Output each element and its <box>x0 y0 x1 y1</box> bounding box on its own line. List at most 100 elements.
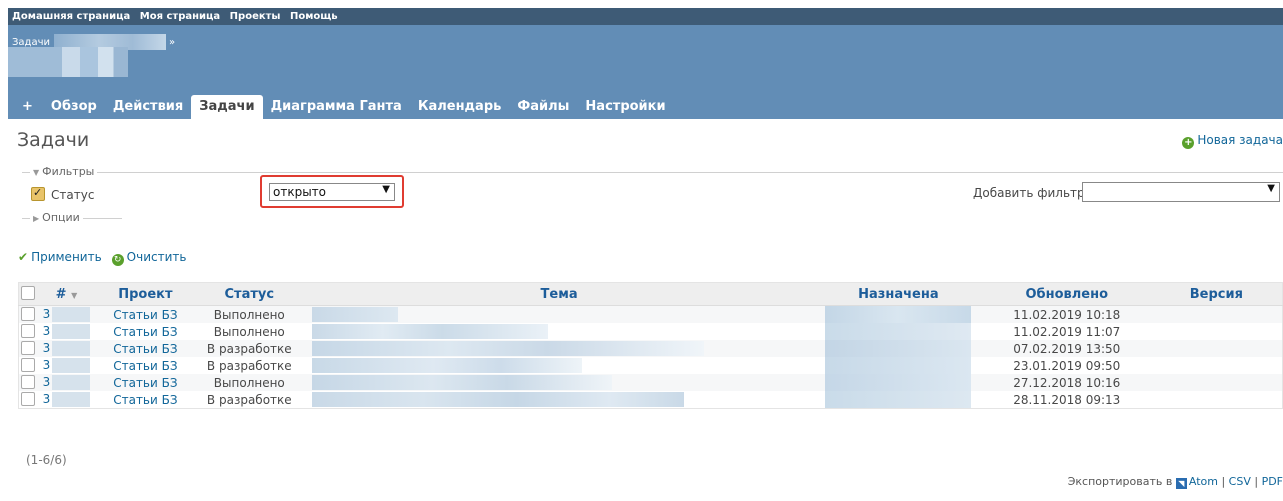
top-menu: Домашняя страница Моя страница Проекты П… <box>8 8 1283 25</box>
options-fieldset: ▶ Опции <box>22 211 122 224</box>
table-row[interactable]: 3 Статьи БЗ Выполнено 11.02.2019 11:07 <box>18 323 1283 340</box>
add-icon: + <box>1182 137 1195 149</box>
redacted-subject <box>312 358 583 373</box>
top-menu-help[interactable]: Помощь <box>290 11 338 22</box>
status-cell: В разработке <box>194 357 305 374</box>
reload-icon: ↻ <box>111 254 124 266</box>
table-row[interactable]: 3 Статьи БЗ В разработке 28.11.2018 09:1… <box>18 391 1283 409</box>
tab-activity[interactable]: Действия <box>105 95 191 119</box>
status-cell: В разработке <box>194 340 305 357</box>
updated-cell: 11.02.2019 10:18 <box>982 305 1151 323</box>
top-menu-home[interactable]: Домашняя страница <box>12 11 130 22</box>
redacted-subject <box>312 324 549 339</box>
tab-settings[interactable]: Настройки <box>577 95 673 119</box>
row-checkbox[interactable] <box>20 307 35 321</box>
table-row[interactable]: 3 Статьи БЗ В разработке 07.02.2019 13:5… <box>18 340 1283 357</box>
tab-issues[interactable]: Задачи <box>191 95 263 119</box>
export-csv-link[interactable]: CSV <box>1229 475 1251 488</box>
column-status[interactable]: Статус <box>194 282 305 306</box>
redacted-subject <box>312 341 705 356</box>
project-link[interactable]: Статьи БЗ <box>113 376 177 390</box>
issue-id-link[interactable]: 3 <box>43 392 51 406</box>
status-filter-checkbox[interactable] <box>31 186 45 201</box>
dropdown-arrow-icon: ▼ <box>1267 183 1275 194</box>
redacted-subject <box>312 392 685 407</box>
updated-cell: 11.02.2019 11:07 <box>982 323 1151 340</box>
export-atom-link[interactable]: Atom <box>1189 475 1218 488</box>
filters-legend[interactable]: ▼ Фильтры <box>30 165 98 178</box>
table-row[interactable]: 3 Статьи БЗ В разработке 23.01.2019 09:5… <box>18 357 1283 374</box>
column-project[interactable]: Проект <box>96 282 195 306</box>
table-row[interactable]: 3 Статьи БЗ Выполнено 11.02.2019 10:18 <box>18 305 1283 323</box>
export-links: Экспортировать в ◥ Atom | CSV | PDF <box>1067 475 1283 489</box>
tab-overview[interactable]: Обзор <box>43 95 105 119</box>
version-cell <box>1150 357 1283 374</box>
select-all-header[interactable] <box>18 282 37 306</box>
rss-feed-icon: ◥ <box>1175 478 1187 489</box>
row-checkbox[interactable] <box>20 324 35 338</box>
issue-id-link[interactable]: 3 <box>43 358 51 372</box>
status-cell: Выполнено <box>194 323 305 340</box>
project-link[interactable]: Статьи БЗ <box>113 325 177 339</box>
redacted-id <box>52 341 91 356</box>
table-header: # ▼ Проект Статус Тема Назначена Обновле… <box>18 282 1283 306</box>
column-subject[interactable]: Тема <box>304 282 814 306</box>
updated-cell: 28.11.2018 09:13 <box>982 391 1151 409</box>
top-menu-projects[interactable]: Проекты <box>230 11 281 22</box>
issue-id-link[interactable]: 3 <box>43 324 51 338</box>
version-cell <box>1150 391 1283 409</box>
issue-id-link[interactable]: 3 <box>43 341 51 355</box>
issue-id-link[interactable]: 3 <box>43 307 51 321</box>
tab-gantt[interactable]: Диаграмма Ганта <box>263 95 410 119</box>
pagination-count: (1-6/6) <box>26 453 67 467</box>
redacted-assignee <box>825 357 972 374</box>
row-checkbox[interactable] <box>20 375 35 389</box>
add-filter-select[interactable]: ▼ <box>1082 182 1280 202</box>
status-operator-select[interactable]: открыто ▼ <box>269 183 395 201</box>
project-tabs: + Обзор Действия Задачи Диаграмма Ганта … <box>8 95 674 119</box>
apply-link[interactable]: Применить <box>31 250 102 264</box>
updated-cell: 23.01.2019 09:50 <box>982 357 1151 374</box>
export-label: Экспортировать в <box>1067 475 1173 488</box>
project-link[interactable]: Статьи БЗ <box>113 342 177 356</box>
tab-new-item[interactable]: + <box>8 95 43 119</box>
column-version[interactable]: Версия <box>1150 282 1283 306</box>
column-id[interactable]: # ▼ <box>36 282 97 306</box>
column-updated[interactable]: Обновлено <box>982 282 1151 306</box>
version-cell <box>1150 340 1283 357</box>
main-content: Задачи +Новая задача ▼Фильтры Статус отк… <box>8 119 1283 501</box>
status-cell: Выполнено <box>194 305 305 323</box>
row-checkbox[interactable] <box>20 358 35 372</box>
redacted-id <box>52 375 91 390</box>
table-row[interactable]: 3 Статьи БЗ Выполнено 27.12.2018 10:16 <box>18 374 1283 391</box>
new-issue-label[interactable]: Новая задача <box>1197 133 1283 147</box>
expanded-triangle-icon: ▼ <box>33 168 40 177</box>
version-cell <box>1150 305 1283 323</box>
add-filter-label: Добавить фильтр <box>973 186 1085 200</box>
export-pdf-link[interactable]: PDF <box>1262 475 1283 488</box>
issue-id-link[interactable]: 3 <box>43 375 51 389</box>
project-link[interactable]: Статьи БЗ <box>113 393 177 407</box>
issues-table: # ▼ Проект Статус Тема Назначена Обновле… <box>18 282 1283 409</box>
checkmark-icon: ✔ <box>18 250 29 264</box>
tab-calendar[interactable]: Календарь <box>410 95 510 119</box>
status-select-value: открыто <box>273 185 327 199</box>
project-link[interactable]: Статьи БЗ <box>113 359 177 373</box>
project-link[interactable]: Статьи БЗ <box>113 308 177 322</box>
options-legend[interactable]: ▶ Опции <box>30 211 83 224</box>
top-menu-my-page[interactable]: Моя страница <box>140 11 220 22</box>
column-assignee[interactable]: Назначена <box>813 282 983 306</box>
version-cell <box>1150 323 1283 340</box>
redacted-assignee <box>825 323 972 340</box>
redacted-id <box>52 324 91 339</box>
new-issue-link[interactable]: + Новая задача <box>1182 133 1283 149</box>
sort-desc-icon: ▼ <box>71 290 78 300</box>
select-all-checkbox[interactable] <box>20 286 35 300</box>
row-checkbox[interactable] <box>20 392 35 406</box>
row-checkbox[interactable] <box>20 341 35 355</box>
clear-link[interactable]: Очистить <box>127 250 187 264</box>
redacted-assignee <box>825 340 972 357</box>
redacted-id <box>52 392 91 407</box>
tab-files[interactable]: Файлы <box>509 95 577 119</box>
filters-fieldset: ▼ Фильтры <box>22 165 1283 178</box>
